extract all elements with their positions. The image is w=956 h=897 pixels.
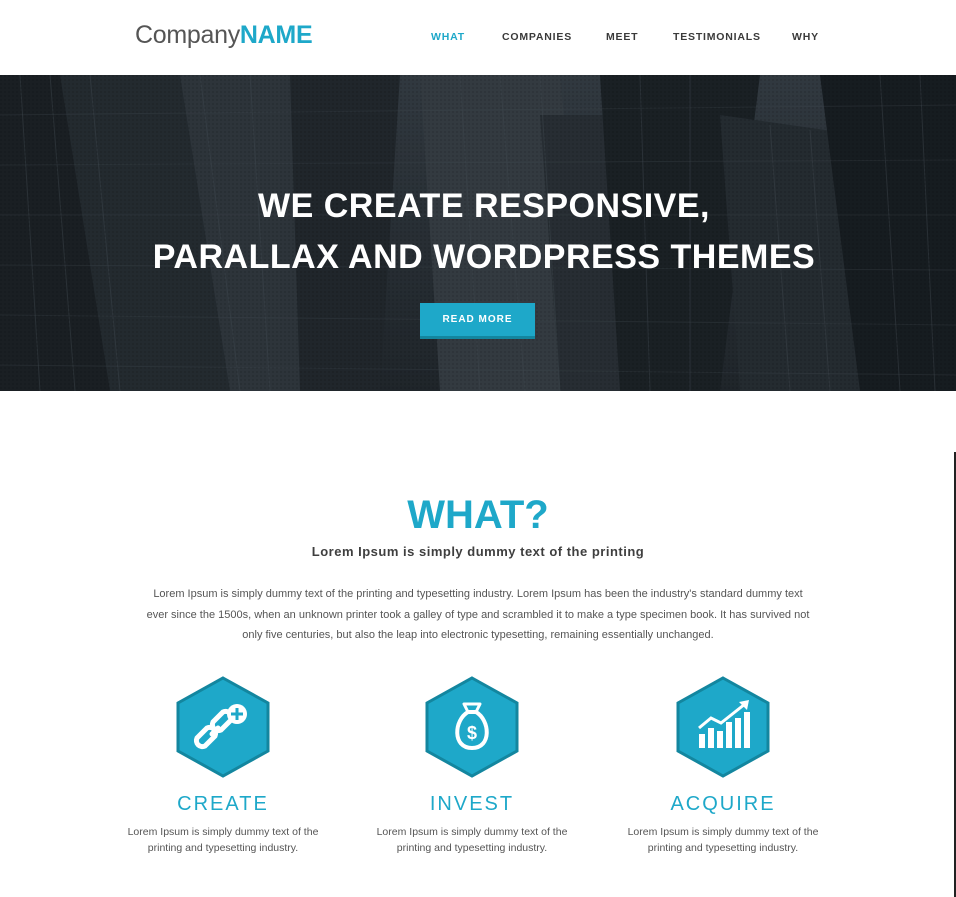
feature-invest: $ INVEST Lorem Ipsum is simply dummy tex… xyxy=(362,676,582,856)
money-bag-icon: $ xyxy=(425,676,519,778)
nav-item-testimonials[interactable]: TESTIMONIALS xyxy=(673,31,761,43)
read-more-button[interactable]: READ MORE xyxy=(420,303,535,339)
hero-heading-line-1: WE CREATE RESPONSIVE, xyxy=(258,187,710,225)
feature-title: ACQUIRE xyxy=(670,793,776,815)
feature-text: Lorem Ipsum is simply dummy text of the … xyxy=(376,826,568,854)
section-body-text: Lorem Ipsum is simply dummy text of the … xyxy=(146,588,810,641)
feature-create: CREATE Lorem Ipsum is simply dummy text … xyxy=(113,676,333,856)
hero-skyscraper-background xyxy=(0,75,956,391)
hero-heading-line-2: PARALLAX AND WORDPRESS THEMES xyxy=(152,238,816,276)
growth-chart-icon xyxy=(676,676,770,778)
section-title: WHAT? xyxy=(407,493,549,537)
hero-banner: WE CREATE RESPONSIVE, PARALLAX AND WORDP… xyxy=(0,75,956,391)
nav-item-what[interactable]: WHAT xyxy=(431,31,465,43)
feature-title: INVEST xyxy=(429,793,515,815)
svg-text:$: $ xyxy=(467,723,477,743)
link-plus-icon xyxy=(176,676,270,778)
feature-text: Lorem Ipsum is simply dummy text of the … xyxy=(127,826,319,854)
feature-acquire: ACQUIRE Lorem Ipsum is simply dummy text… xyxy=(613,676,833,856)
section-subtitle: Lorem Ipsum is simply dummy text of the … xyxy=(311,544,645,559)
feature-title: CREATE xyxy=(177,793,269,815)
main-nav: WHAT COMPANIES MEET TESTIMONIALS WHY xyxy=(0,31,956,45)
site-header: CompanyNAME WHAT COMPANIES MEET TESTIMON… xyxy=(0,0,956,75)
feature-text: Lorem Ipsum is simply dummy text of the … xyxy=(627,826,819,854)
nav-item-why[interactable]: WHY xyxy=(792,31,819,43)
nav-item-companies[interactable]: COMPANIES xyxy=(502,31,572,43)
nav-item-meet[interactable]: MEET xyxy=(606,31,638,43)
